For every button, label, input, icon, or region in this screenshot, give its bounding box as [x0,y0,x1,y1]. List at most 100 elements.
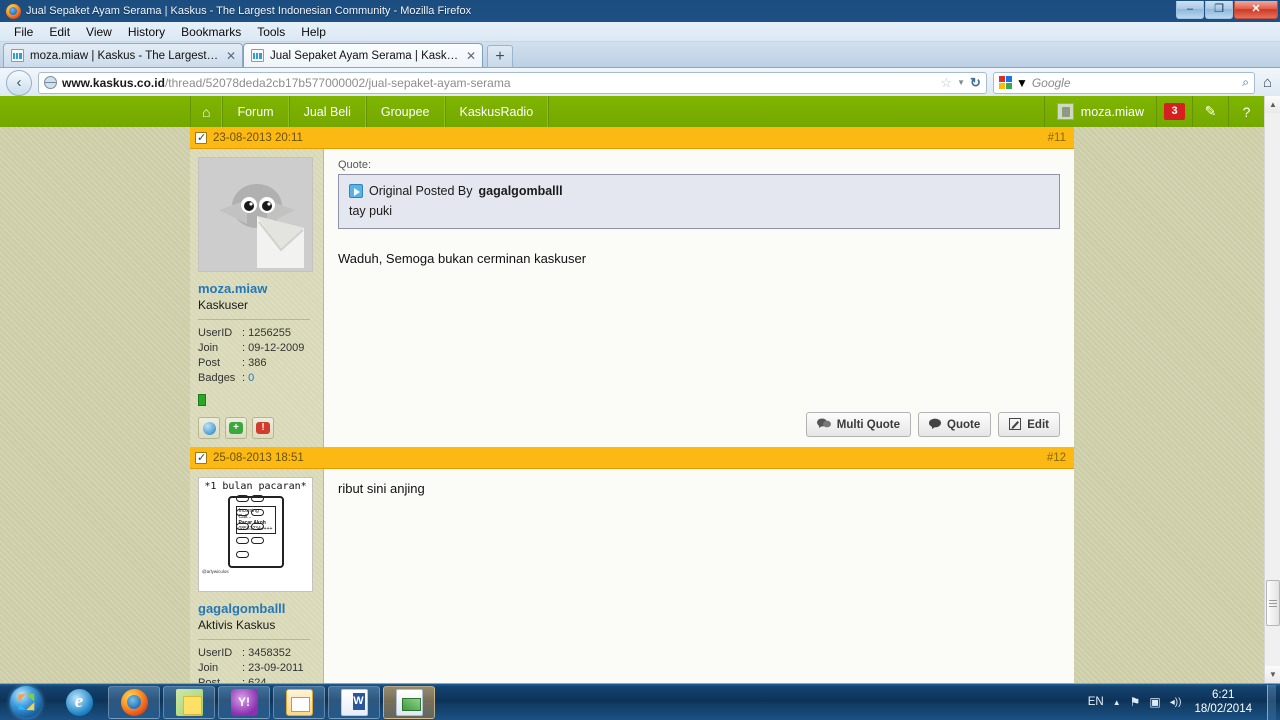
post-number[interactable]: #12 [1047,452,1066,464]
stat-key: Join [198,342,219,354]
menu-item-file[interactable]: File [6,23,41,41]
menu-item-history[interactable]: History [120,23,173,41]
user-stat-badges: Badges : 0 [198,371,317,386]
nav-item-groupee[interactable]: Groupee [365,96,445,127]
quote-button[interactable]: Quote [918,412,992,437]
start-button[interactable] [2,685,50,720]
post-date: 23-08-2013 20:11 [213,131,303,144]
volume-icon[interactable]: ◂)) [1170,697,1182,708]
post-body-text: ribut sini anjing [338,481,425,496]
kaskus-favicon-icon [251,49,264,62]
network-icon[interactable]: ▣ [1149,695,1160,709]
post-date: 25-08-2013 18:51 [213,451,304,464]
show-desktop-button[interactable] [1267,684,1276,720]
user-action-buttons: + ! [198,417,317,439]
taskbar-item-internet-explorer[interactable] [53,686,105,719]
quote-arrow-icon[interactable] [349,184,363,198]
clock-date: 18/02/2014 [1194,703,1252,715]
menu-item-help[interactable]: Help [293,23,334,41]
taskbar-item-photo-viewer[interactable] [383,685,435,719]
scroll-down-arrow-icon[interactable]: ▼ [1265,666,1280,683]
site-navigation-bar: ⌂ Forum Jual Beli Groupee KaskusRadio mo… [0,96,1264,127]
menu-bar: File Edit View History Bookmarks Tools H… [0,22,1280,42]
chevron-down-icon[interactable]: ▼ [1016,76,1028,90]
menu-item-tools[interactable]: Tools [249,23,293,41]
avatar[interactable] [198,157,313,272]
nav-home-icon[interactable]: ⌂ [190,96,223,127]
reload-icon[interactable]: ↻ [970,75,981,91]
clock[interactable]: 6:21 18/02/2014 [1190,688,1256,716]
taskbar-item-firefox[interactable] [108,685,160,719]
taskbar-item-word[interactable] [328,685,380,719]
stat-key: Badges [198,372,236,384]
divider [198,319,310,320]
taskbar-item-outlook[interactable] [273,685,325,719]
menu-item-bookmarks[interactable]: Bookmarks [173,23,249,41]
browser-tab-2[interactable]: Jual Sepaket Ayam Serama | Kaskus - ... … [243,43,483,67]
quote-header: Original Posted By gagalgomballl [349,184,1049,198]
scrollbar-thumb[interactable] [1266,580,1280,626]
kaskus-favicon-icon [11,49,24,62]
avatar-signature: @arlywiculos [202,569,229,574]
home-button[interactable]: ⌂ [1261,74,1274,91]
show-hidden-icons-icon[interactable]: ▲ [1113,698,1121,707]
post-select-checkbox[interactable] [195,131,207,144]
help-icon[interactable]: ? [1228,96,1264,127]
action-center-flag-icon[interactable]: ⚑ [1130,695,1141,709]
tab-close-icon[interactable]: ✕ [466,50,476,62]
stat-value: 3458352 [248,647,291,659]
post-author-link[interactable]: moza.miaw [198,281,317,296]
search-bar[interactable]: ▼ Google ⌕ [992,71,1255,94]
taskbar-item-yahoo-messenger[interactable] [218,685,270,719]
multi-quote-button[interactable]: Multi Quote [805,412,912,437]
stat-value[interactable]: 0 [248,371,254,386]
stat-value: 23-09-2011 [248,662,304,674]
post-number[interactable]: #11 [1048,132,1066,144]
maximize-button[interactable]: ❐ [1205,1,1233,19]
post-header: 23-08-2013 20:11 #11 [190,127,1074,149]
nav-item-forum[interactable]: Forum [222,96,289,127]
give-reputation-button[interactable]: + [225,417,247,439]
plus-bubble-icon: + [229,422,243,434]
post-select-checkbox[interactable] [195,451,207,464]
profile-icon [202,421,216,435]
notification-badge[interactable]: 3 [1156,96,1192,127]
scroll-up-arrow-icon[interactable]: ▲ [1265,96,1280,113]
search-icon[interactable]: ⌕ [1242,75,1249,90]
chevron-down-icon[interactable]: ▼ [957,78,965,87]
bookmark-star-icon[interactable]: ☆ [940,75,952,91]
edit-label: Edit [1027,418,1049,431]
taskbar-item-notes[interactable] [163,685,215,719]
nav-item-jual-beli[interactable]: Jual Beli [288,96,366,127]
post-author-link[interactable]: gagalgomballl [198,601,317,616]
browser-tab-1[interactable]: moza.miaw | Kaskus - The Largest Ind... … [3,43,243,67]
nav-item-kaskusradio[interactable]: KaskusRadio [444,96,549,127]
minimize-button[interactable]: – [1176,1,1204,19]
online-status-indicator [198,394,206,406]
windows-taskbar: EN ▲ ⚑ ▣ ◂)) 6:21 18/02/2014 [0,683,1280,720]
close-button[interactable]: ✕ [1234,1,1278,19]
menu-item-view[interactable]: View [78,23,120,41]
new-tab-button[interactable]: + [487,45,513,67]
edit-button[interactable]: Edit [998,412,1060,437]
stat-key: Post [198,677,221,683]
search-input[interactable]: Google [1032,76,1238,90]
quote-box: Original Posted By gagalgomballl tay puk… [338,174,1060,229]
language-indicator[interactable]: EN [1088,696,1104,708]
tab-close-icon[interactable]: ✕ [226,50,236,62]
back-button[interactable]: ‹ [6,69,32,96]
view-profile-button[interactable] [198,417,220,439]
quote-prefix: Original Posted By [369,184,473,198]
address-bar[interactable]: www.kaskus.co.id/thread/52078deda2cb17b5… [38,71,987,94]
word-icon [340,688,368,716]
user-stat-join: Join : 09-12-2009 [198,341,317,356]
avatar[interactable]: *1 bulan pacaran* Incoming Call... Pacar… [198,477,313,592]
compose-pencil-icon[interactable]: ✎ [1192,96,1228,127]
account-menu[interactable]: moza.miaw [1043,96,1156,127]
post-content: ribut sini anjing [324,469,1074,683]
quote-author[interactable]: gagalgomballl [479,184,563,198]
report-post-button[interactable]: ! [252,417,274,439]
menu-item-edit[interactable]: Edit [41,23,78,41]
page-scrollbar[interactable]: ▲ ▼ [1264,96,1280,683]
divider [198,639,310,640]
